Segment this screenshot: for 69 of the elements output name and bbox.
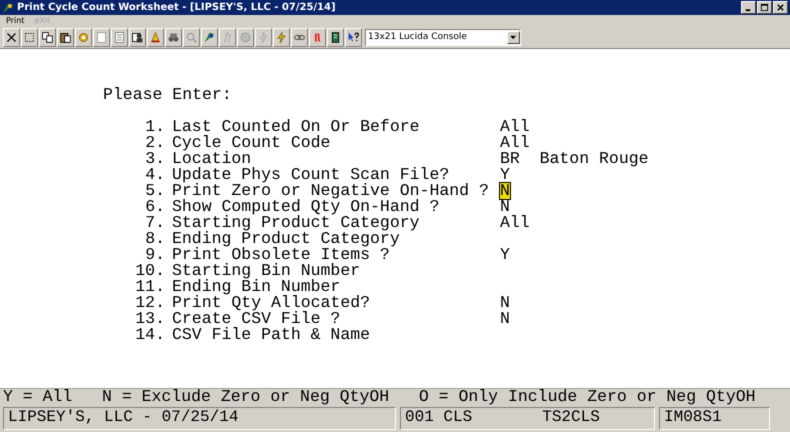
field-number: 1. bbox=[144, 119, 166, 135]
field-value: All bbox=[500, 119, 530, 135]
field-number: 7. bbox=[144, 215, 166, 231]
select-icon[interactable] bbox=[21, 28, 38, 46]
field-value: N bbox=[500, 311, 510, 327]
field-number: 5. bbox=[144, 183, 166, 199]
paste-icon[interactable] bbox=[57, 28, 74, 46]
status-terminal: TS2CLS bbox=[542, 408, 600, 428]
form-heading: Please Enter: bbox=[102, 87, 233, 103]
field-number: 11. bbox=[134, 279, 166, 295]
field-label: Update Phys Count Scan File? bbox=[172, 167, 450, 183]
field-number: 10. bbox=[134, 263, 166, 279]
link-icon[interactable] bbox=[291, 28, 308, 46]
lightning-icon[interactable] bbox=[255, 28, 272, 46]
logo-icon[interactable] bbox=[201, 28, 218, 46]
help-icon[interactable] bbox=[345, 28, 362, 46]
field-value: N bbox=[500, 183, 510, 199]
gear-icon[interactable] bbox=[75, 28, 92, 46]
person-icon[interactable] bbox=[129, 28, 146, 46]
field-label: Print Obsolete Items ? bbox=[172, 247, 390, 263]
field-label: Ending Product Category bbox=[172, 231, 400, 247]
field-number: 3. bbox=[144, 151, 166, 167]
lightning-icon[interactable] bbox=[273, 28, 290, 46]
status-session: 001 CLS bbox=[405, 408, 472, 428]
list-icon[interactable] bbox=[111, 28, 128, 46]
magnifier-icon[interactable] bbox=[183, 28, 200, 46]
field-value: N bbox=[500, 295, 510, 311]
close-icon bbox=[775, 3, 786, 12]
field-label: Last Counted On Or Before bbox=[172, 119, 421, 135]
field-label: Print Zero or Negative On-Hand ? bbox=[172, 183, 490, 199]
field-label: CSV File Path & Name bbox=[172, 327, 372, 343]
field-label: Cycle Count Code bbox=[172, 135, 332, 151]
status-company: LIPSEY'S, LLC - 07/25/14 bbox=[3, 407, 396, 430]
book-icon[interactable] bbox=[327, 28, 344, 46]
field-value: BR Baton Rouge bbox=[500, 151, 649, 167]
field-label: Show Computed Qty On-Hand ? bbox=[172, 199, 440, 215]
field-number: 6. bbox=[144, 199, 166, 215]
maximize-button[interactable] bbox=[757, 1, 772, 14]
font-select[interactable]: 13x21 Lucida Console bbox=[365, 28, 521, 46]
field-value: Y bbox=[500, 247, 510, 263]
field-number: 13. bbox=[134, 311, 166, 327]
field-label: Location bbox=[172, 151, 252, 167]
field-label: Ending Bin Number bbox=[172, 279, 340, 295]
field-number: 14. bbox=[134, 327, 166, 343]
field-number: 4. bbox=[144, 167, 166, 183]
field-number: 8. bbox=[144, 231, 166, 247]
close-button[interactable] bbox=[773, 1, 788, 14]
document-icon[interactable] bbox=[93, 28, 110, 46]
dropdown-arrow-icon bbox=[510, 34, 517, 40]
field-label: Create CSV File ? bbox=[172, 311, 342, 327]
menu-item[interactable]: Print bbox=[6, 16, 24, 25]
field-number: 12. bbox=[134, 295, 166, 311]
app-icon bbox=[2, 2, 14, 14]
window-title: Print Cycle Count Worksheet - [LIPSEY'S, LLC - 07/25/14] bbox=[17, 2, 337, 13]
field-label: Print Qty Allocated? bbox=[172, 295, 372, 311]
binoculars-icon[interactable] bbox=[165, 28, 182, 46]
field-value: Y bbox=[500, 167, 510, 183]
status-program: IM08S1 bbox=[659, 407, 770, 430]
field-value: N bbox=[500, 199, 510, 215]
field-value: All bbox=[500, 135, 530, 151]
field-label: Starting Bin Number bbox=[172, 263, 362, 279]
field-number: 2. bbox=[144, 135, 166, 151]
field-number: 9. bbox=[144, 247, 166, 263]
field-value: All bbox=[500, 215, 530, 231]
field-label: Starting Product Category bbox=[172, 215, 421, 231]
close-icon[interactable] bbox=[3, 28, 20, 46]
maximize-icon bbox=[759, 3, 770, 12]
copy-icon[interactable] bbox=[39, 28, 56, 46]
minimize-button[interactable] bbox=[741, 1, 756, 14]
